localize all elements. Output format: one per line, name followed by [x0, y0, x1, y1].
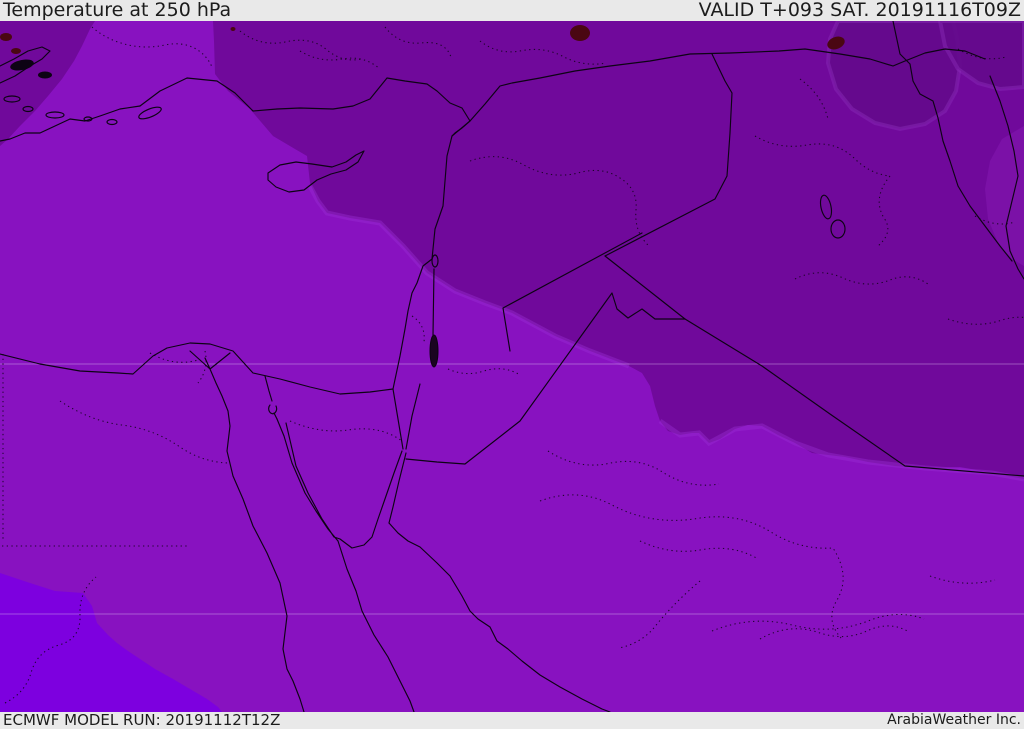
model-run-label: ECMWF MODEL RUN: 20191112T12Z [3, 711, 281, 729]
footer-bar: ECMWF MODEL RUN: 20191112T12Z ArabiaWeat… [0, 712, 1024, 729]
valid-time-label: VALID T+093 SAT. 20191116T09Z [698, 0, 1021, 21]
brand-label: ArabiaWeather Inc. [887, 712, 1021, 728]
weather-map-app: Temperature at 250 hPa VALID T+093 SAT. … [0, 0, 1024, 729]
map-canvas [0, 21, 1024, 712]
temperature-map [0, 21, 1024, 712]
header-bar: Temperature at 250 hPa VALID T+093 SAT. … [0, 0, 1024, 21]
dead-sea [429, 334, 439, 368]
page-title: Temperature at 250 hPa [3, 0, 232, 21]
